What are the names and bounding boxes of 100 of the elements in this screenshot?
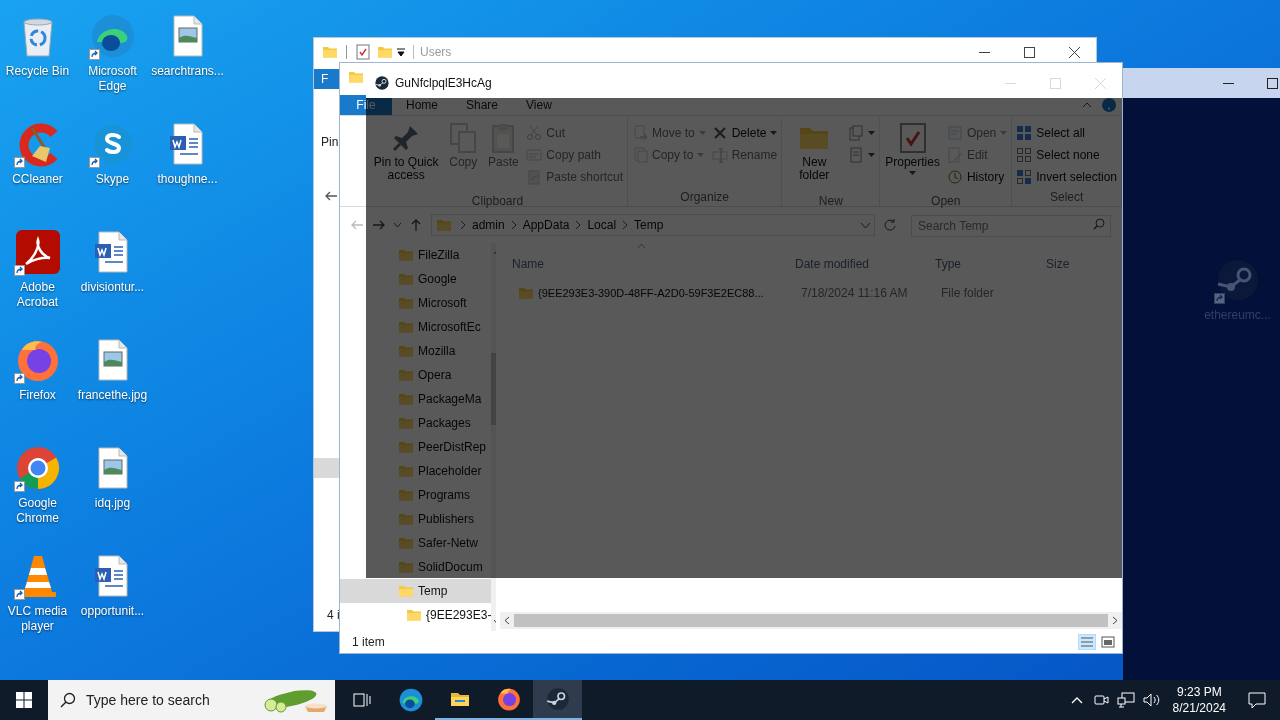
desktop-icon-label[interactable]: Firefox: [0, 388, 75, 403]
ribbon-button[interactable]: Properties: [882, 118, 943, 192]
nav-item[interactable]: FileZilla: [340, 243, 492, 267]
firefox-icon: [495, 686, 522, 712]
nav-item[interactable]: Programs: [340, 483, 492, 507]
window-title: Users: [420, 44, 452, 61]
ribbon-button[interactable]: Pin to Quick access: [370, 118, 443, 192]
nav-item[interactable]: {9EE293E3-: [340, 603, 492, 627]
breadcrumb[interactable]: admin: [466, 216, 511, 234]
nav-item[interactable]: PackageMa: [340, 387, 492, 411]
address-bar[interactable]: admin AppData Local Temp: [431, 214, 875, 236]
breadcrumb[interactable]: AppData: [516, 216, 576, 234]
nav-item[interactable]: Google: [340, 267, 492, 291]
folder-icon: [398, 415, 414, 431]
selected-row: [314, 458, 340, 478]
status-text: 4 i: [326, 607, 340, 624]
sort-caret-icon: [636, 243, 646, 248]
forward-arrow-icon: [372, 218, 386, 232]
horizontal-scrollbar[interactable]: [500, 612, 1122, 629]
ribbon-tab[interactable]: File: [340, 95, 392, 115]
nav-item[interactable]: Safer-Netw: [340, 531, 492, 555]
dropdown-icon: [395, 46, 407, 58]
ribbon-button-label[interactable]: Pin: [314, 133, 340, 151]
ribbon-button[interactable]: Invert selection: [1014, 166, 1119, 188]
nav-item[interactable]: Temp: [340, 579, 492, 603]
window-title: GuNfclpqlE3HcAg: [395, 75, 492, 92]
notification-icon: [1248, 691, 1266, 709]
chevron-right-icon: [622, 221, 629, 229]
desktop-icon-label[interactable]: Microsoft Edge: [75, 64, 150, 94]
nav-item[interactable]: Opera: [340, 363, 492, 387]
folder-icon: [398, 511, 414, 527]
new-item-icon: [848, 125, 865, 141]
clock-icon: [946, 169, 963, 185]
search-field[interactable]: Type here to search: [86, 689, 251, 711]
nav-item[interactable]: SolidDocum: [340, 555, 492, 579]
camera-icon: [1092, 692, 1109, 708]
desktop-icon-label[interactable]: Skype: [75, 172, 150, 187]
steam-icon: [544, 686, 571, 712]
breadcrumb[interactable]: Temp: [628, 216, 670, 234]
details-view-icon: [1078, 634, 1096, 650]
maximize-icon: [1267, 77, 1278, 89]
column-header[interactable]: Date modified: [795, 255, 935, 273]
desktop-icon-label[interactable]: Google Chrome: [0, 496, 75, 526]
edge-icon: [397, 687, 424, 713]
desktop-icon-label[interactable]: VLC media player: [0, 604, 75, 634]
folder-icon: [398, 367, 414, 383]
grid-icon: [1016, 169, 1033, 185]
desktop-icon-label[interactable]: idq.jpg: [75, 496, 150, 511]
document-icon: [848, 147, 865, 163]
ribbon-group-label: Clipboard: [470, 193, 525, 210]
dropdown-caret-icon: [394, 223, 401, 227]
ribbon-button[interactable]: History: [944, 166, 1010, 188]
clock-date[interactable]: 8/21/2024: [1172, 700, 1226, 716]
desktop-icon-label[interactable]: Adobe Acrobat: [0, 280, 75, 310]
desktop-icon-label[interactable]: divisiontur...: [75, 280, 150, 295]
chevron-up-icon: [1070, 696, 1083, 704]
folder-icon: [518, 285, 534, 301]
folder-icon: [398, 247, 414, 263]
delete-icon: [711, 125, 728, 141]
column-header[interactable]: Name: [512, 255, 795, 273]
folder-icon: [398, 319, 414, 335]
ribbon-button[interactable]: Delete: [709, 122, 780, 144]
folder-icon: [398, 487, 414, 503]
folder-icon: [348, 69, 364, 85]
folder-icon: [398, 439, 414, 455]
nav-item[interactable]: Publishers: [340, 507, 492, 531]
ribbon-tab[interactable]: F: [314, 69, 340, 89]
windows-logo-icon: [16, 692, 32, 708]
dropdown-caret-icon: [868, 131, 876, 135]
dropdown-caret-icon: [770, 131, 778, 135]
close-icon: [1095, 77, 1106, 89]
folder-icon: [398, 559, 414, 575]
nav-item[interactable]: MicrosoftEc: [340, 315, 492, 339]
nav-item[interactable]: PeerDistRep: [340, 435, 492, 459]
breadcrumb[interactable]: Local: [581, 216, 623, 234]
clock-time[interactable]: 9:23 PM: [1176, 684, 1222, 700]
column-header[interactable]: Size: [1046, 255, 1126, 273]
desktop-icon-label[interactable]: thoughne...: [150, 172, 225, 187]
nav-item[interactable]: Packages: [340, 411, 492, 435]
ribbon-button[interactable]: Select all: [1014, 122, 1119, 144]
nav-item[interactable]: Microsoft: [340, 291, 492, 315]
chevron-right-icon: [575, 221, 582, 229]
desktop-icon-label[interactable]: Recycle Bin: [0, 64, 75, 79]
desktop-icon-label[interactable]: searchtrans...: [150, 64, 225, 79]
grid-icon: [1016, 147, 1033, 163]
ribbon-group-label: Organize: [679, 189, 731, 206]
desktop-icon-label[interactable]: francethe.jpg: [75, 388, 150, 403]
ribbon-button[interactable]: New folder: [784, 118, 845, 192]
folder-icon: [436, 217, 452, 233]
desktop-icon-label[interactable]: opportunit...: [75, 604, 150, 619]
ribbon-button[interactable]: Select none: [1014, 144, 1119, 166]
taskbar-app[interactable]: [533, 680, 582, 720]
new-folder-icon: [377, 44, 393, 60]
nav-item[interactable]: Mozilla: [340, 339, 492, 363]
column-header[interactable]: Type: [935, 255, 1046, 273]
desktop-icon-label[interactable]: CCleaner: [0, 172, 75, 187]
dropdown-caret-icon: [861, 222, 870, 228]
taskbar-search-box[interactable]: Type here to search: [48, 680, 335, 720]
up-arrow-icon: [409, 218, 423, 232]
nav-item[interactable]: Placeholder: [340, 459, 492, 483]
